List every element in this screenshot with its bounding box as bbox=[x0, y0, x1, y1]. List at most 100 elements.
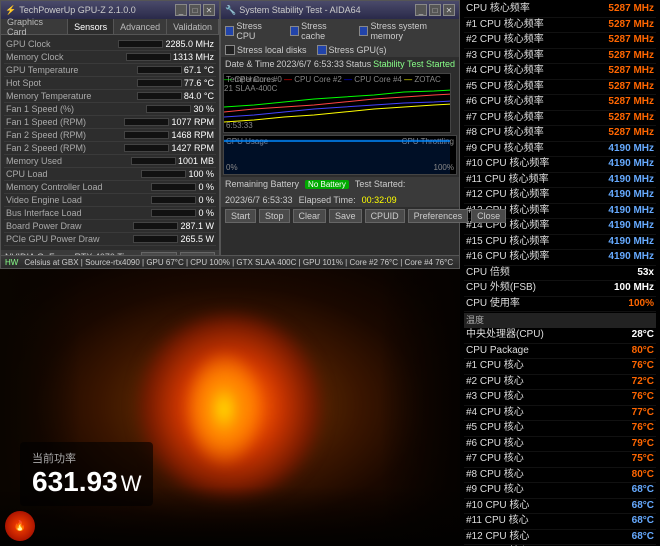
sst-remaining-battery-label: Remaining Battery bbox=[225, 179, 299, 189]
stress-cache-checkbox[interactable] bbox=[290, 26, 299, 36]
cpu-core5-temp: #5 CPU 核心 76°C bbox=[464, 421, 656, 437]
stress-disk-check[interactable]: Stress local disks bbox=[225, 45, 307, 55]
gpuz-title: TechPowerUp GPU-Z 2.1.0.0 bbox=[19, 5, 173, 15]
cpu-row-12: #12 CPU 核心频率 4190 MHz bbox=[464, 188, 656, 204]
sst-close-button[interactable]: Close bbox=[471, 209, 506, 223]
game-logo: 🔥 bbox=[5, 511, 35, 541]
gpuz-close-btn[interactable]: ✕ bbox=[203, 4, 215, 16]
power-label: 当前功率 bbox=[32, 450, 141, 466]
sst-status-bar: Date & Time 2023/6/7 6:53:33 Status Stab… bbox=[221, 57, 459, 71]
cpu-core11-temp: #11 CPU 核心 68°C bbox=[464, 514, 656, 530]
gpuz-row-memory-clock: Memory Clock 1313 MHz bbox=[4, 51, 216, 64]
cpu-row-2: #2 CPU 核心频率 5287 MHz bbox=[464, 33, 656, 49]
cpu-row-15: #15 CPU 核心频率 4190 MHz bbox=[464, 235, 656, 251]
gpuz-row-cpu-load: CPU Load 100 % bbox=[4, 168, 216, 181]
sst-cpu-usage-graph: CPU Usage CPU Throttling 100% 0% bbox=[223, 135, 457, 175]
sst-stop-button[interactable]: Stop bbox=[259, 209, 290, 223]
sst-status-value: Stability Test Started bbox=[373, 59, 455, 69]
game-background: 当前功率 631.93 W 🔥 bbox=[0, 265, 460, 546]
sst-elapsed-val: 00:32:09 bbox=[362, 195, 397, 205]
sst-stress-options2: Stress local disks Stress GPU(s) bbox=[221, 43, 459, 57]
temp-time-label: 6:53:33 bbox=[226, 121, 253, 130]
cpu-usage: CPU 使用率 100% bbox=[464, 297, 656, 313]
sst-button-bar: Start Stop Clear Save CPUID Preferences … bbox=[221, 207, 459, 225]
sst-prefs-button[interactable]: Preferences bbox=[408, 209, 469, 223]
sst-close-btn[interactable]: ✕ bbox=[443, 4, 455, 16]
gpuz-row-fan1-rpm: Fan 1 Speed (RPM) 1077 RPM bbox=[4, 116, 216, 129]
sst-cpuid-button[interactable]: CPUID bbox=[365, 209, 405, 223]
sst-clear-button[interactable]: Clear bbox=[293, 209, 327, 223]
tab-validation[interactable]: Validation bbox=[167, 19, 219, 34]
cpu-core9-temp: #9 CPU 核心 68°C bbox=[464, 483, 656, 499]
gpuz-row-hotspot: Hot Spot 77.6 °C bbox=[4, 77, 216, 90]
sst-test-started-val: 2023/6/7 6:53:33 bbox=[225, 195, 293, 205]
cpu-row-3: #3 CPU 核心频率 5287 MHz bbox=[464, 49, 656, 65]
tab-sensors[interactable]: Sensors bbox=[68, 19, 114, 34]
gpuz-row-fan1-pct: Fan 1 Speed (%) 30 % bbox=[4, 103, 216, 116]
stress-mem-checkbox[interactable] bbox=[359, 26, 368, 36]
cpu-row-9: #9 CPU 核心频率 4190 MHz bbox=[464, 142, 656, 158]
sst-save-button[interactable]: Save bbox=[329, 209, 362, 223]
cpu-row-11: #11 CPU 核心频率 4190 MHz bbox=[464, 173, 656, 189]
sst-start-button[interactable]: Start bbox=[225, 209, 256, 223]
cpu-usage-svg bbox=[224, 139, 450, 174]
stress-cpu-check[interactable]: Stress CPU bbox=[225, 21, 280, 41]
power-unit: W bbox=[121, 471, 142, 496]
gpuz-row-mem-temp: Memory Temperature 84.0 °C bbox=[4, 90, 216, 103]
cpu-row-8: #8 CPU 核心频率 5287 MHz bbox=[464, 126, 656, 142]
sst-datetime-value: 2023/6/7 6:53:33 bbox=[276, 59, 344, 69]
tab-graphics-card[interactable]: Graphics Card bbox=[1, 19, 68, 34]
gpuz-maximize-btn[interactable]: □ bbox=[189, 4, 201, 16]
cpu-row-7: #7 CPU 核心频率 5287 MHz bbox=[464, 111, 656, 127]
sst-icon: 🔧 bbox=[225, 5, 236, 16]
hwinfo-status-bar: HW Celsius at GBX | Source-rtx4090 | GPU… bbox=[0, 255, 460, 269]
sst-elapsed-label: Elapsed Time: bbox=[299, 195, 356, 205]
gpuz-sensor-content: GPU Clock 2285.0 MHz Memory Clock 1313 M… bbox=[1, 35, 219, 249]
gpuz-window: ⚡ TechPowerUp GPU-Z 2.1.0.0 _ □ ✕ Graphi… bbox=[0, 0, 220, 260]
gpuz-row-board-power: Board Power Draw 287.1 W bbox=[4, 220, 216, 233]
sst-maximize-btn[interactable]: □ bbox=[429, 4, 441, 16]
sst-status-label: Status bbox=[346, 59, 372, 69]
cpu-row-16: #16 CPU 核心频率 4190 MHz bbox=[464, 250, 656, 266]
gpuz-icon: ⚡ bbox=[5, 5, 16, 16]
gpuz-row-fan2-rpm: Fan 2 Speed (RPM) 1468 RPM bbox=[4, 129, 216, 142]
flame-glow bbox=[184, 349, 264, 469]
gpuz-row-bus-load: Bus Interface Load 0 % bbox=[4, 207, 216, 220]
stress-cpu-checkbox[interactable] bbox=[225, 26, 234, 36]
sst-bottom-bar: Remaining Battery No Battery Test Starte… bbox=[221, 177, 459, 207]
stress-mem-check[interactable]: Stress system memory bbox=[359, 21, 455, 41]
cpu-row-1: #1 CPU 核心频率 5287 MHz bbox=[464, 18, 656, 34]
stress-cache-check[interactable]: Stress cache bbox=[290, 21, 349, 41]
gpuz-tabs: Graphics Card Sensors Advanced Validatio… bbox=[1, 19, 219, 35]
stress-gpu-check[interactable]: Stress GPU(s) bbox=[317, 45, 387, 55]
cpu-core7-temp: #7 CPU 核心 75°C bbox=[464, 452, 656, 468]
cpu-core2-temp: #2 CPU 核心 72°C bbox=[464, 375, 656, 391]
gpuz-row-mem-used: Memory Used 1001 MB bbox=[4, 155, 216, 168]
gpuz-minimize-btn[interactable]: _ bbox=[175, 4, 187, 16]
power-reading: 631.93 W bbox=[32, 466, 141, 498]
cpu-core6-temp: #6 CPU 核心 79°C bbox=[464, 437, 656, 453]
sst-stress-options: Stress CPU Stress cache Stress system me… bbox=[221, 19, 459, 43]
sst-titlebar: 🔧 System Stability Test - AIDA64 _ □ ✕ bbox=[221, 1, 459, 19]
sst-test-started-label: Test Started: bbox=[355, 179, 406, 189]
stress-disk-checkbox[interactable] bbox=[225, 45, 235, 55]
cpu-multiplier: CPU 倍频 53x bbox=[464, 266, 656, 282]
gpuz-row-mc-load: Memory Controller Load 0 % bbox=[4, 181, 216, 194]
game-logo-text: 🔥 bbox=[14, 521, 26, 532]
gpuz-row-gpu-clock: GPU Clock 2285.0 MHz bbox=[4, 38, 216, 51]
sst-minimize-btn[interactable]: _ bbox=[415, 4, 427, 16]
hwinfo-text: Celsius at GBX | Source-rtx4090 | GPU 67… bbox=[24, 258, 453, 267]
cpu-core1-temp: #1 CPU 核心 76°C bbox=[464, 359, 656, 375]
gpuz-row-gpu-temp: GPU Temperature 67.1 °C bbox=[4, 64, 216, 77]
cpu-row-freq: CPU 核心频率 5287 MHz bbox=[464, 2, 656, 18]
stress-gpu-checkbox[interactable] bbox=[317, 45, 327, 55]
cpu-package-temp: 中央处理器(CPU) 28°C bbox=[464, 328, 656, 344]
cpu-core8-temp: #8 CPU 核心 80°C bbox=[464, 468, 656, 484]
sst-datetime-label: Date & Time bbox=[225, 59, 275, 69]
power-overlay: 当前功率 631.93 W bbox=[20, 442, 153, 506]
cpu-row-6: #6 CPU 核心频率 5287 MHz bbox=[464, 95, 656, 111]
tab-advanced[interactable]: Advanced bbox=[114, 19, 167, 34]
power-value: 631.93 bbox=[32, 466, 118, 497]
cpu-row-4: #4 CPU 核心频率 5287 MHz bbox=[464, 64, 656, 80]
right-cpu-panel: CPU 核心频率 5287 MHz #1 CPU 核心频率 5287 MHz #… bbox=[460, 0, 660, 546]
